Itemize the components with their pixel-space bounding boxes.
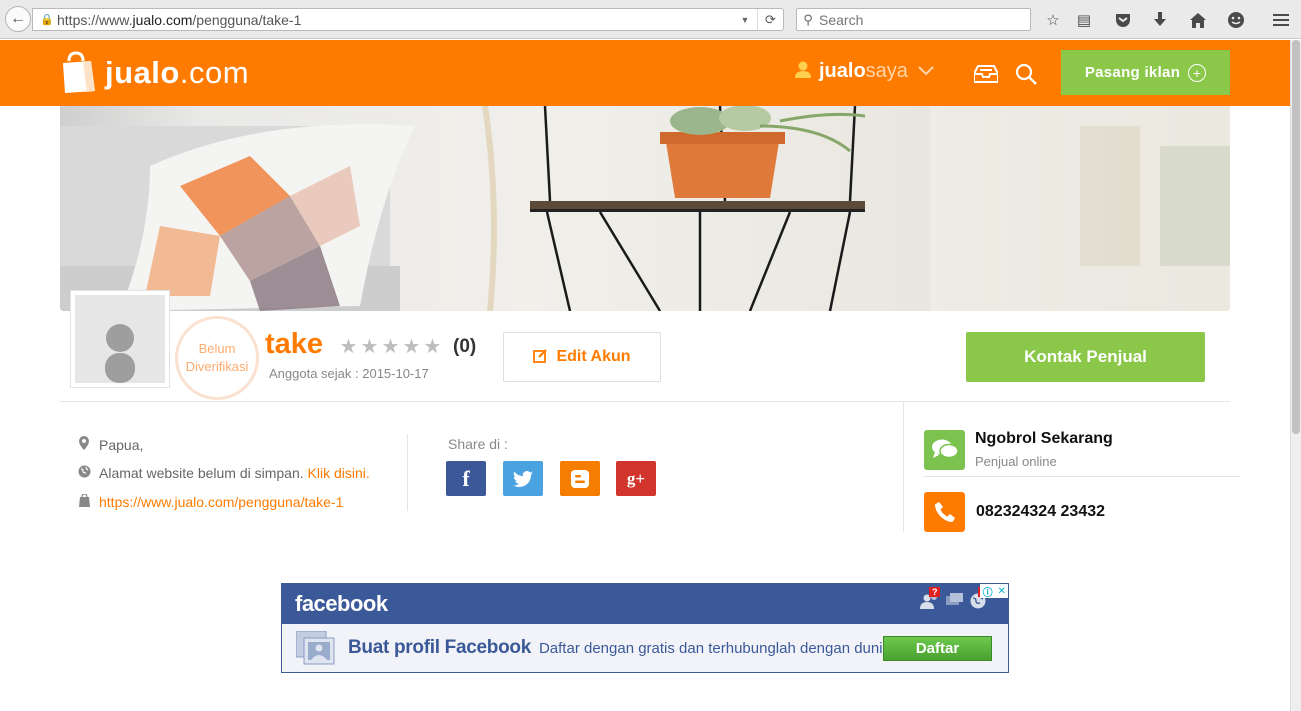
- profile-url-line: https://www.jualo.com/pengguna/take-1: [75, 493, 343, 510]
- cover-photo: [60, 106, 1230, 311]
- facebook-share-button[interactable]: f: [446, 461, 486, 496]
- search-icon[interactable]: [1014, 62, 1038, 86]
- divider: [60, 401, 1230, 402]
- site-logo[interactable]: jualo.com: [61, 50, 249, 96]
- inbox-icon[interactable]: [974, 62, 998, 86]
- messages-icon: [946, 593, 964, 612]
- member-since: Anggota sejak : 2015-10-17: [269, 366, 429, 381]
- facebook-ad-banner[interactable]: facebook ? 1 ⓘ✕ Buat profil Facebook Daf…: [281, 583, 1009, 673]
- chat-title[interactable]: Ngobrol Sekarang: [975, 430, 1113, 448]
- post-ad-button[interactable]: Pasang iklan +: [1061, 50, 1230, 95]
- url-text[interactable]: https://www.jualo.com/pengguna/take-1: [57, 12, 733, 28]
- download-icon[interactable]: [1149, 9, 1171, 31]
- chat-now-item[interactable]: [924, 430, 965, 470]
- location-line: Papua,: [75, 436, 143, 453]
- emoji-icon[interactable]: [1225, 9, 1247, 31]
- star-icon: ★: [402, 336, 421, 358]
- rating-count: (0): [453, 336, 477, 357]
- chat-status: Penjual online: [975, 454, 1057, 469]
- user-icon: [795, 61, 811, 83]
- divider: [924, 476, 1240, 477]
- facebook-icon: f: [462, 465, 470, 491]
- set-website-link[interactable]: Klik disini.: [308, 465, 370, 481]
- star-icon: ★: [423, 336, 442, 358]
- twitter-share-button[interactable]: [503, 461, 543, 496]
- pocket-icon[interactable]: [1112, 9, 1134, 31]
- edit-icon: [533, 348, 548, 367]
- googleplus-share-button[interactable]: g+: [616, 461, 656, 496]
- dropdown-icon[interactable]: ▼: [733, 15, 757, 25]
- search-icon: ⚲: [803, 11, 813, 27]
- reload-icon[interactable]: ⟳: [757, 9, 783, 30]
- search-input[interactable]: [819, 11, 1019, 28]
- friends-icon: ?: [920, 587, 940, 612]
- user-menu[interactable]: jualo saya: [795, 60, 934, 83]
- blogger-share-button[interactable]: [560, 461, 600, 496]
- browser-toolbar: ← 🔒 https://www.jualo.com/pengguna/take-…: [0, 0, 1301, 39]
- phone-number: 082324324 23432: [976, 503, 1106, 520]
- website-line: Alamat website belum di simpan. Klik dis…: [75, 465, 370, 481]
- avatar-placeholder-icon: [75, 295, 165, 383]
- menu-icon[interactable]: [1270, 9, 1292, 31]
- divider: [903, 402, 904, 532]
- chevron-down-icon: [918, 64, 934, 79]
- back-icon[interactable]: ←: [5, 6, 31, 32]
- phone-item[interactable]: [924, 492, 965, 532]
- phone-icon: [924, 492, 965, 532]
- scrollbar-thumb[interactable]: [1292, 40, 1300, 434]
- rating-stars: ★ ★ ★ ★ ★: [338, 334, 443, 359]
- divider: [407, 434, 408, 511]
- adchoices-icon[interactable]: ⓘ ✕: [980, 584, 1008, 599]
- map-pin-icon: [75, 436, 93, 453]
- reading-list-icon[interactable]: ▤: [1073, 9, 1095, 31]
- profile-url-link[interactable]: https://www.jualo.com/pengguna/take-1: [99, 494, 343, 510]
- profile-pictures-icon: [295, 630, 336, 665]
- star-icon: ★: [381, 336, 400, 358]
- lock-icon: 🔒: [40, 14, 54, 26]
- plus-icon: +: [1188, 63, 1207, 82]
- url-bar[interactable]: 🔒 https://www.jualo.com/pengguna/take-1 …: [32, 8, 784, 31]
- share-label: Share di :: [448, 436, 508, 452]
- contact-seller-button[interactable]: Kontak Penjual: [966, 332, 1205, 382]
- shopping-bag-icon: [61, 51, 97, 95]
- verification-stamp: Belum Diverifikasi: [175, 316, 259, 400]
- googleplus-icon: g+: [626, 468, 646, 488]
- ad-headline: Buat profil Facebook: [348, 637, 531, 658]
- ad-signup-button[interactable]: Daftar: [883, 636, 992, 661]
- avatar[interactable]: [70, 290, 170, 388]
- bookmark-star-icon[interactable]: ☆: [1042, 9, 1064, 31]
- twitter-icon: [513, 470, 533, 487]
- username: take: [265, 328, 324, 360]
- star-icon: ★: [360, 336, 379, 358]
- blogger-icon: [571, 469, 589, 488]
- chat-icon: [924, 430, 965, 470]
- scrollbar[interactable]: [1290, 40, 1301, 711]
- globe-icon: [75, 465, 93, 481]
- facebook-logo: facebook: [295, 591, 388, 616]
- search-bar[interactable]: ⚲: [796, 8, 1031, 31]
- star-icon: ★: [339, 336, 358, 358]
- site-header: jualo.com jualo saya Pasang iklan +: [0, 40, 1290, 106]
- shopping-bag-icon: [75, 493, 93, 510]
- edit-account-button[interactable]: Edit Akun: [503, 332, 661, 382]
- ad-subtext: Daftar dengan gratis dan terhubunglah de…: [538, 639, 891, 657]
- home-icon[interactable]: [1187, 9, 1209, 31]
